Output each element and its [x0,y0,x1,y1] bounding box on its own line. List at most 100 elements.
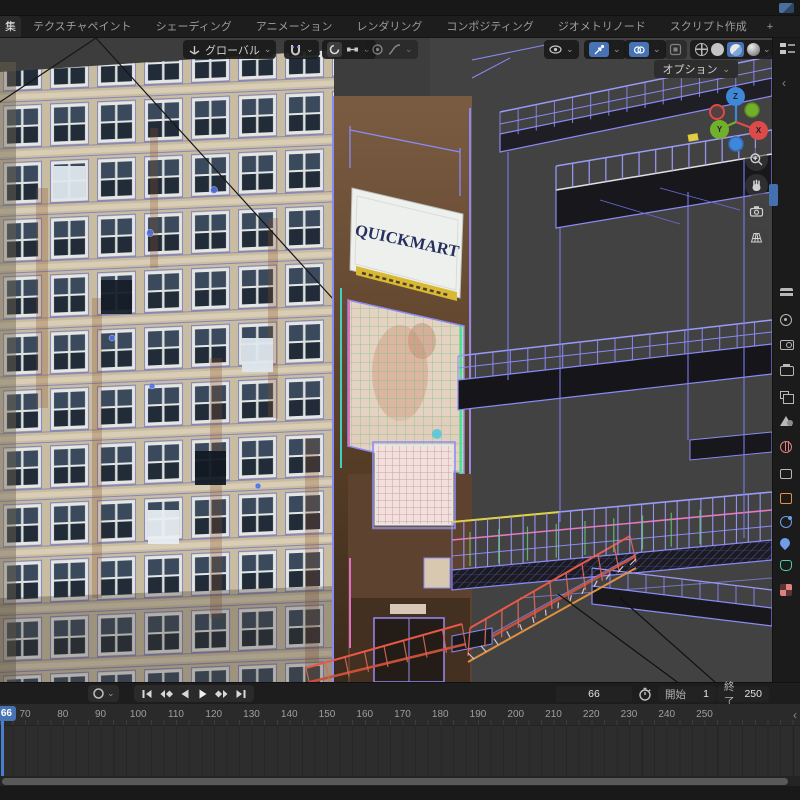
gizmo-y-axis[interactable]: Y [710,120,729,139]
gizmo-z-axis[interactable]: Z [726,87,745,106]
playhead-badge[interactable]: 66 [0,706,16,721]
auto-keying-button[interactable]: ⌄ [88,685,119,702]
ruler-tick-label: 140 [281,709,298,720]
chevron-down-icon: ⌄ [566,45,574,54]
shading-solid-button[interactable] [711,43,724,56]
properties-tab-render-icon[interactable] [780,340,794,350]
gizmos-toggle[interactable]: ⌄ [584,40,626,59]
properties-tab-scene-icon[interactable] [780,416,792,426]
workspace-tab[interactable]: シェーディング [144,16,244,37]
chevron-down-icon: ⌄ [763,45,771,54]
perspective-toggle-button[interactable] [745,226,768,249]
timeline-ruler[interactable]: 7080901001101201301401501601701801902002… [0,704,800,726]
sidebar-active-highlight [769,184,778,206]
timeline-bottom-strip [0,786,800,800]
properties-tab-tool-icon[interactable] [780,288,793,299]
properties-tab-physics-icon[interactable] [780,538,790,548]
magnet-icon [289,43,302,56]
material-sphere-icon [730,44,742,56]
ruler-tick-label: 80 [57,709,68,720]
ruler-tick-label: 250 [696,709,713,720]
properties-tab-collection-icon[interactable] [780,469,792,479]
orientation-label: グローバル [205,42,260,58]
playhead-line[interactable] [1,720,4,776]
ruler-tick-label: 210 [545,709,562,720]
viewport-3d[interactable]: QUICKMART [0,38,772,682]
shading-mode-group: ⌄ [690,40,772,59]
magnifier-plus-icon [749,152,764,167]
camera-view-button[interactable] [745,200,768,223]
add-workspace-button[interactable]: + [759,16,781,37]
ruler-tick-label: 160 [356,709,373,720]
view-object-types-dropdown[interactable]: ⌄ [544,40,579,59]
timeline-collapse-chevron-icon[interactable]: ‹ [793,708,797,722]
frame-start-value: 1 [703,688,709,700]
shading-wireframe-button[interactable] [695,43,708,56]
next-keyframe-button[interactable] [215,688,229,700]
chevron-down-icon: ⌄ [306,45,314,54]
ruler-tick-label: 150 [319,709,336,720]
ruler-tick-label: 190 [470,709,487,720]
stopwatch-icon[interactable] [638,687,652,701]
proportional-editing[interactable]: ⌄ [366,40,418,59]
data-icon [780,560,792,571]
shading-rendered-button[interactable] [747,43,760,56]
workspace-tab[interactable]: テクスチャペイント [21,16,144,37]
properties-tab-output-icon[interactable] [780,366,794,376]
jump-to-end-button[interactable] [235,688,247,700]
editor-type-icon[interactable] [779,42,796,56]
frame-start-field[interactable]: 開始 1 [658,686,716,702]
pan-button[interactable] [745,174,768,197]
viewlayer-icon [780,391,789,399]
frame-end-field[interactable]: 終了 250 [717,686,769,702]
properties-tab-data-icon[interactable] [780,560,792,571]
ruler-tick-label: 230 [621,709,638,720]
ruler-tick-label: 100 [130,709,147,720]
play-button[interactable] [197,688,209,700]
zoom-button[interactable] [745,148,768,171]
play-reverse-button[interactable] [179,688,191,700]
ruler-tick-label: 180 [432,709,449,720]
shading-material-button[interactable] [727,42,744,57]
current-frame-field[interactable]: 66 [556,686,632,702]
physics-icon [778,536,792,550]
transform-orientation-dropdown[interactable]: グローバル ⌄ [183,40,276,59]
timeline-scrollbar[interactable] [2,778,788,785]
workspace-tab[interactable]: アニメーション [244,16,345,37]
properties-tab-viewlayer-icon[interactable] [780,391,789,399]
timeline-tracks[interactable] [0,726,800,776]
scene-icon [780,416,792,426]
timeline-scroll-zone [0,776,800,786]
jump-to-start-button[interactable] [141,688,153,700]
gizmo-arrow-icon [589,42,609,57]
adjust-icon [780,314,792,326]
proportional-icon [371,43,384,56]
perspective-grid-icon [749,230,764,245]
properties-tab-constraints-icon[interactable] [780,516,792,528]
collapse-chevron-icon[interactable]: ‹ [782,76,786,90]
properties-tab-world-icon[interactable] [780,441,792,453]
properties-tab-material-icon[interactable] [780,584,792,596]
overlays-toggle[interactable]: ⌄ [624,40,666,59]
snap-toggle[interactable]: ⌄ [284,40,319,59]
gizmo-x-axis[interactable]: X [749,121,768,140]
properties-tab-object-icon[interactable] [780,493,792,504]
options-label: オプション [662,61,717,77]
ruler-tick-label: 200 [507,709,524,720]
view-gizmo[interactable]: Z X Y [702,82,770,152]
workspace-tab[interactable]: コンポジティング [434,16,545,37]
ruler-tick-label: 70 [19,709,30,720]
properties-tab-adjust-icon[interactable] [780,314,792,326]
timeline-header: ⌄ [0,682,800,704]
workspace-tab[interactable]: ジオメトリノード [546,16,658,37]
xray-toggle[interactable] [664,40,687,59]
snap-active-bg [327,42,342,57]
prev-keyframe-button[interactable] [159,688,173,700]
options-dropdown[interactable]: オプション ⌄ [654,60,738,78]
chevron-down-icon: ⌄ [613,45,621,54]
workspace-tab[interactable]: スクリプト作成 [658,16,759,37]
scene-icon[interactable] [779,3,794,13]
workspace-tab-active-partial[interactable]: 集 [0,16,21,37]
workspace-tab[interactable]: レンダリング [344,16,434,37]
tool-icon [780,288,793,299]
